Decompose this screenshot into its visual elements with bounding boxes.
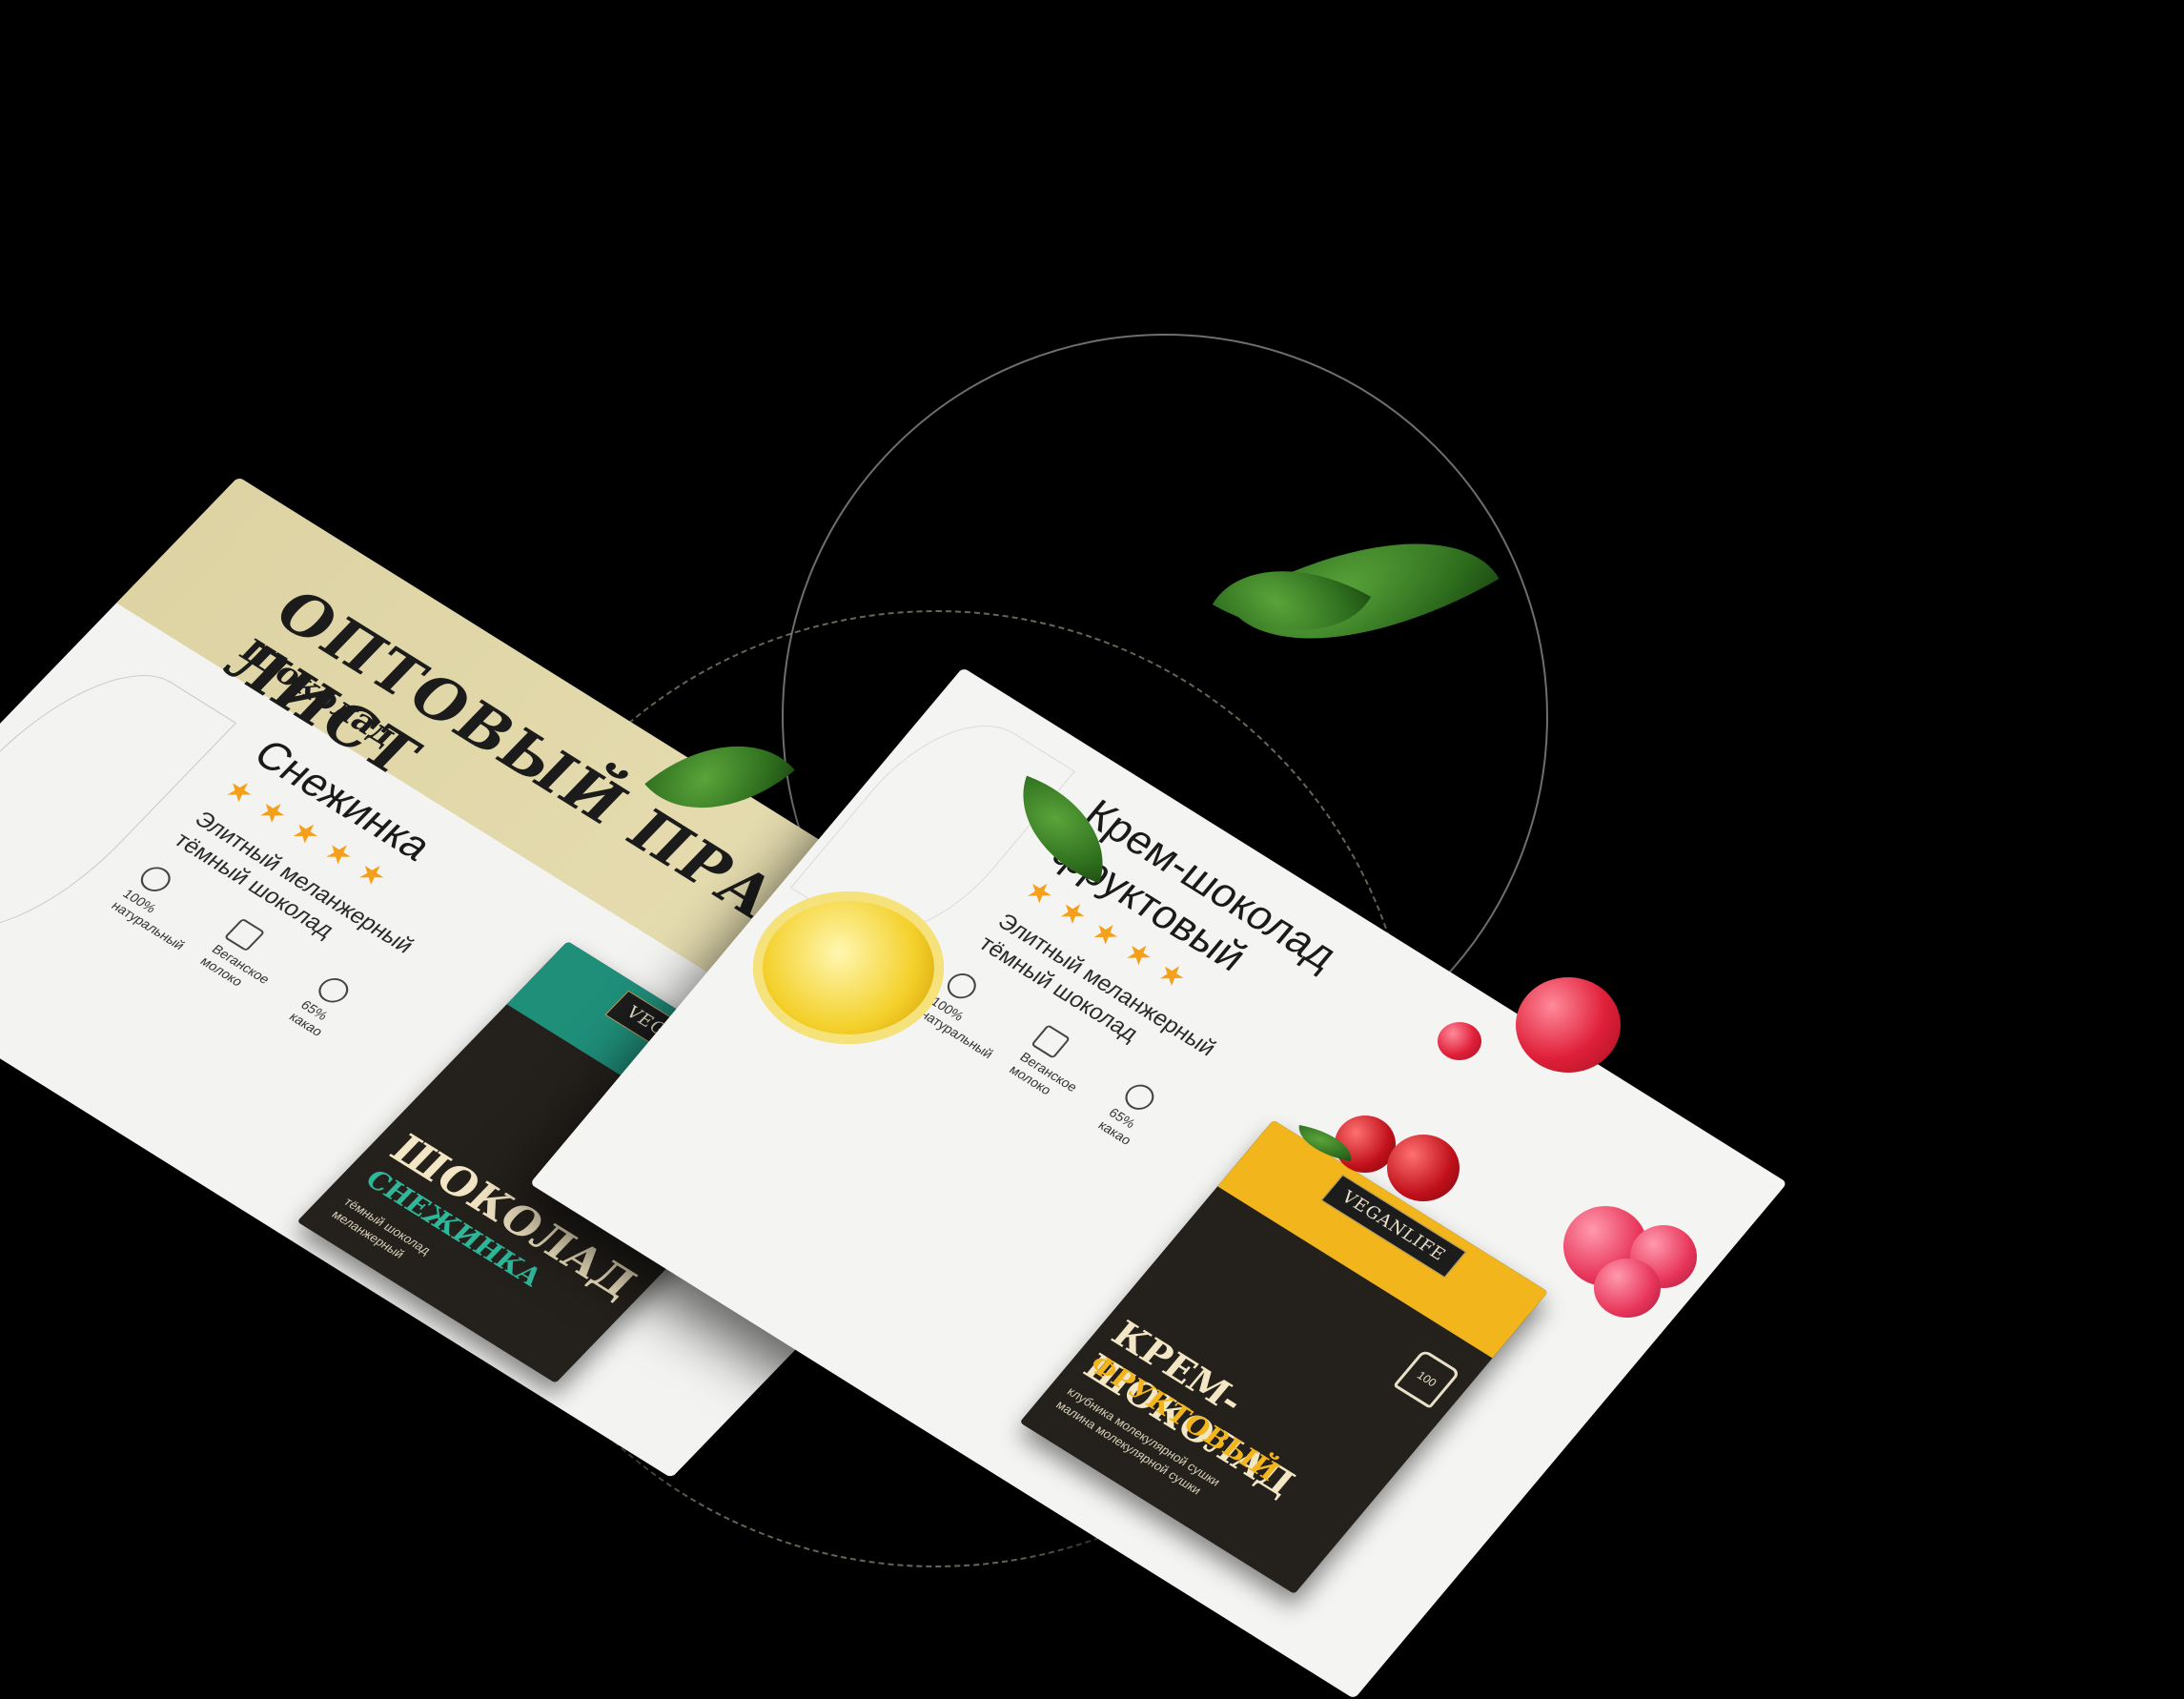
sprout-icon	[134, 862, 177, 896]
cranberry	[1387, 1135, 1459, 1201]
sprout-icon	[941, 968, 982, 1004]
weight-icon: 100	[1393, 1348, 1461, 1409]
lemon-half	[753, 891, 944, 1044]
strawberry	[1516, 977, 1621, 1073]
chocolate-pack-fruit-cream: VEGANLIFE 100 КРЕМ-ШОКОЛАД ФРУКТОВЫЙ клу…	[1019, 1119, 1548, 1595]
brochure-mockup: ОПТОВЫЙ ПРАЙС-ЛИСТ Шоколад Снежинка ★★★★…	[0, 0, 2184, 1699]
strawberry	[1438, 1022, 1481, 1060]
raspberry	[1594, 1259, 1661, 1318]
